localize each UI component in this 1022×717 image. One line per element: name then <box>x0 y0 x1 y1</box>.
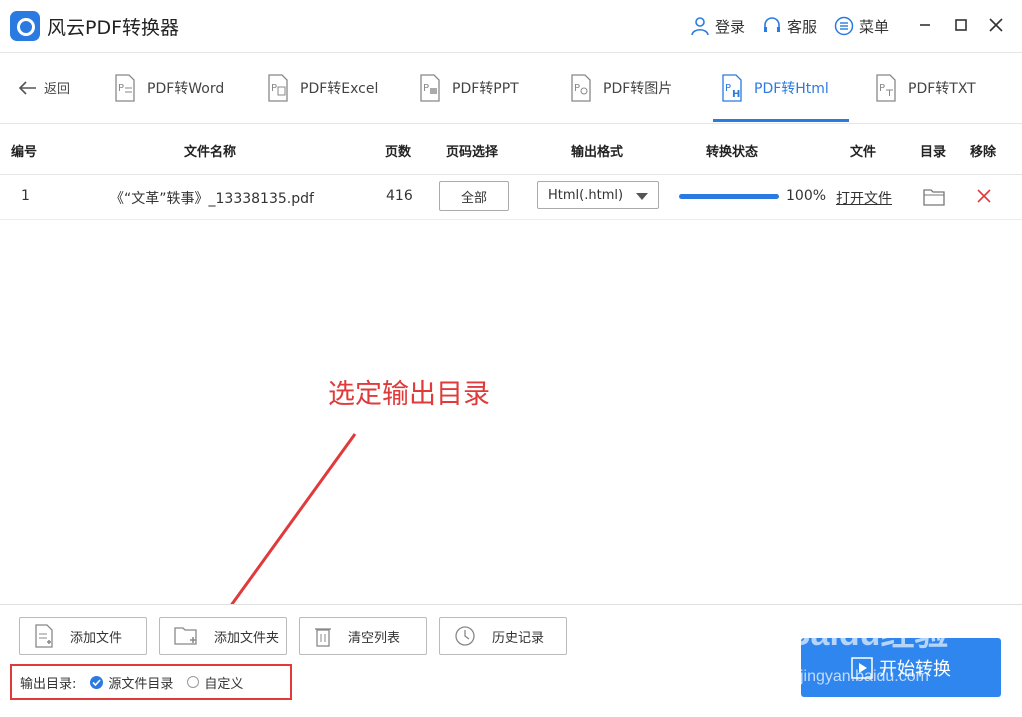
title-bar: 风云PDF转换器 登录 客服 菜单 <box>0 0 1022 53</box>
remove-icon[interactable] <box>976 188 992 204</box>
user-icon <box>691 17 709 36</box>
history-label: 历史记录 <box>492 630 545 646</box>
svg-text:P: P <box>574 83 580 94</box>
output-directory-group: 输出目录: 源文件目录 自定义 <box>10 664 292 700</box>
tab-pdf-to-excel[interactable]: P PDF转Excel <box>266 71 378 105</box>
progress-fill <box>679 194 779 199</box>
table-header: 编号 文件名称 页数 页码选择 输出格式 转换状态 文件 目录 移除 <box>0 124 1022 175</box>
login-label: 登录 <box>715 17 746 36</box>
format-select[interactable]: Html(.html) <box>537 181 659 209</box>
bottom-panel: 添加文件 添加文件夹 清空列表 历史记录 输出目录: 源文件目录 自定义 开始转… <box>0 604 1022 717</box>
open-file-link[interactable]: 打开文件 <box>836 188 892 208</box>
format-value: Html(.html) <box>548 187 624 203</box>
tab-pdf-to-txt[interactable]: P PDF转TXT <box>874 71 976 105</box>
add-file-button[interactable]: 添加文件 <box>19 617 147 655</box>
col-num: 编号 <box>11 145 38 160</box>
add-file-label: 添加文件 <box>70 630 123 646</box>
svg-text:P: P <box>271 83 277 94</box>
row-pages: 416 <box>386 188 413 204</box>
active-tab-indicator <box>713 119 849 122</box>
txt-file-icon: P <box>876 74 896 102</box>
add-folder-button[interactable]: 添加文件夹 <box>159 617 287 655</box>
tab-label: PDF转PPT <box>452 81 519 97</box>
annotation-text: 选定输出目录 <box>328 379 490 410</box>
radio-custom-dir[interactable] <box>187 676 200 688</box>
tab-label: PDF转TXT <box>908 81 976 97</box>
col-file: 文件 <box>850 145 877 160</box>
add-folder-label: 添加文件夹 <box>214 630 280 646</box>
col-dir: 目录 <box>920 145 947 160</box>
tab-pdf-to-word[interactable]: P PDF转Word <box>113 71 224 105</box>
svg-text:H: H <box>732 89 740 100</box>
tab-pdf-to-html[interactable]: PH PDF转Html <box>720 71 829 105</box>
menu-label: 菜单 <box>859 17 890 36</box>
tab-label: PDF转Excel <box>300 81 379 97</box>
close-icon[interactable] <box>985 14 1007 36</box>
clock-icon <box>455 626 475 646</box>
tab-label: PDF转Html <box>754 81 829 97</box>
page-select-button[interactable]: 全部 <box>439 181 509 211</box>
svg-text:P: P <box>725 83 731 94</box>
login-button[interactable]: 登录 <box>690 15 745 37</box>
image-file-icon: P <box>571 74 591 102</box>
html-file-icon: PH <box>722 74 742 102</box>
menu-button[interactable]: 菜单 <box>834 15 889 37</box>
service-button[interactable]: 客服 <box>762 15 817 37</box>
maximize-icon[interactable] <box>950 14 972 36</box>
start-convert-button[interactable]: 开始转换 <box>801 638 1001 697</box>
clear-list-label: 清空列表 <box>348 630 401 646</box>
menu-icon <box>834 16 854 36</box>
row-file-name: 《“文革”轶事》_13338135.pdf <box>110 191 314 207</box>
ppt-file-icon: P <box>420 74 440 102</box>
radio-source-dir[interactable] <box>90 675 104 689</box>
tab-pdf-to-ppt[interactable]: P PDF转PPT <box>418 71 519 105</box>
add-file-icon <box>35 624 53 648</box>
option-source-label[interactable]: 源文件目录 <box>108 673 173 692</box>
arrow-left-icon <box>18 80 36 95</box>
col-status: 转换状态 <box>706 145 759 160</box>
check-icon <box>92 678 101 686</box>
conversion-tabs: 返回 P PDF转Word P PDF转Excel P PDF转PPT P PD… <box>0 53 1022 124</box>
output-label: 输出目录: <box>20 676 77 692</box>
app-title: 风云PDF转换器 <box>47 17 180 39</box>
play-icon <box>851 656 873 679</box>
word-file-icon: P <box>115 74 135 102</box>
folder-icon[interactable] <box>923 187 945 206</box>
tab-pdf-to-image[interactable]: P PDF转图片 <box>569 71 672 105</box>
col-format: 输出格式 <box>571 145 624 160</box>
start-label: 开始转换 <box>879 658 951 680</box>
col-remove: 移除 <box>970 145 997 160</box>
app-logo-icon <box>10 11 40 41</box>
history-button[interactable]: 历史记录 <box>439 617 567 655</box>
row-num: 1 <box>21 188 30 204</box>
svg-text:P: P <box>879 83 885 94</box>
table-row: 1 《“文革”轶事》_13338135.pdf 416 全部 Html(.htm… <box>0 175 1022 220</box>
col-pages: 页数 <box>385 145 412 160</box>
tab-label: PDF转Word <box>147 81 225 97</box>
back-button[interactable]: 返回 <box>18 78 70 97</box>
service-label: 客服 <box>787 17 818 36</box>
minimize-icon[interactable] <box>914 14 936 36</box>
chevron-down-icon <box>636 193 648 200</box>
excel-file-icon: P <box>268 74 288 102</box>
clear-list-button[interactable]: 清空列表 <box>299 617 427 655</box>
headset-icon <box>764 17 780 32</box>
tab-label: PDF转图片 <box>603 81 673 97</box>
svg-text:P: P <box>423 83 429 94</box>
col-name: 文件名称 <box>184 145 237 160</box>
col-page-select: 页码选择 <box>446 145 499 160</box>
option-custom-label[interactable]: 自定义 <box>204 673 243 692</box>
conversion-progress <box>679 194 779 199</box>
progress-text: 100% <box>786 188 827 204</box>
back-label: 返回 <box>44 82 71 97</box>
trash-icon <box>315 628 331 647</box>
add-folder-icon <box>174 627 197 645</box>
svg-text:P: P <box>118 83 124 94</box>
